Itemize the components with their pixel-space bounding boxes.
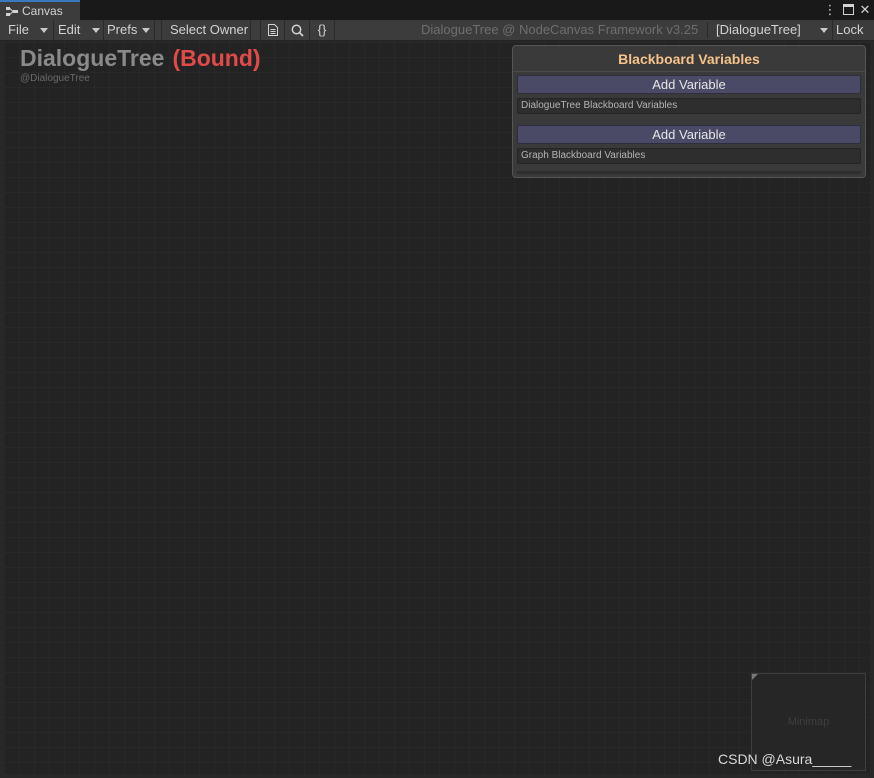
edit-menu-label: Edit	[58, 22, 81, 37]
close-icon[interactable]: ✕	[857, 1, 873, 19]
braces-icon[interactable]: {}	[310, 20, 335, 40]
prefs-menu-button[interactable]: Prefs	[99, 20, 155, 40]
dialoguetree-blackboard-section[interactable]: DialogueTree Blackboard Variables	[517, 98, 861, 114]
document-icon[interactable]	[260, 20, 285, 40]
graph-owner: @DialogueTree	[20, 73, 90, 84]
more-options-icon[interactable]: ⋮	[823, 1, 837, 19]
graph-canvas[interactable]: DialogueTree (Bound) @DialogueTree Blackb…	[4, 42, 870, 774]
blackboard-divider	[513, 71, 865, 72]
graph-blackboard-section[interactable]: Graph Blackboard Variables	[517, 148, 861, 164]
chevron-down-icon	[142, 28, 150, 33]
edit-menu-button[interactable]: Edit	[50, 20, 104, 40]
lock-button[interactable]: Lock	[833, 20, 874, 40]
select-owner-button[interactable]: Select Owner	[161, 20, 251, 40]
tab-label: Canvas	[22, 4, 63, 18]
lock-label: Lock	[836, 22, 864, 37]
graph-node-icon	[6, 7, 18, 16]
select-owner-label: Select Owner	[170, 22, 249, 37]
graph-name: DialogueTree	[20, 45, 165, 71]
maximize-icon[interactable]	[840, 1, 856, 19]
tab-canvas[interactable]: Canvas	[0, 0, 80, 20]
file-menu-label: File	[8, 22, 29, 37]
minimap-label: Minimap	[787, 716, 830, 728]
minimap-resize-handle[interactable]	[752, 674, 758, 680]
search-icon[interactable]	[285, 20, 310, 40]
bound-label: (Bound)	[172, 45, 261, 71]
tab-bar: Canvas ⋮ ✕	[0, 0, 874, 20]
add-variable-button[interactable]: Add Variable	[517, 125, 861, 144]
nodecanvas-editor-window: Canvas ⋮ ✕ File Edit Prefs Select Owner	[0, 0, 874, 778]
toolbar: File Edit Prefs Select Owner {} Dialogue…	[0, 20, 874, 41]
graph-title: DialogueTree (Bound)	[20, 45, 261, 72]
blackboard-footer	[517, 171, 861, 174]
chevron-down-icon	[820, 28, 828, 33]
graph-selector-label: [DialogueTree]	[716, 22, 801, 37]
graph-title-label: DialogueTree @ NodeCanvas Framework v3.2…	[421, 22, 699, 37]
watermark: CSDN @Asura_____	[718, 751, 852, 767]
prefs-menu-label: Prefs	[107, 22, 138, 37]
add-variable-button[interactable]: Add Variable	[517, 75, 861, 94]
blackboard-panel: Blackboard Variables Add Variable Dialog…	[512, 45, 866, 178]
blackboard-title: Blackboard Variables	[618, 51, 760, 67]
graph-selector-dropdown[interactable]: [DialogueTree]	[708, 20, 833, 40]
chevron-down-icon	[40, 28, 48, 33]
file-menu-button[interactable]: File	[0, 20, 54, 40]
